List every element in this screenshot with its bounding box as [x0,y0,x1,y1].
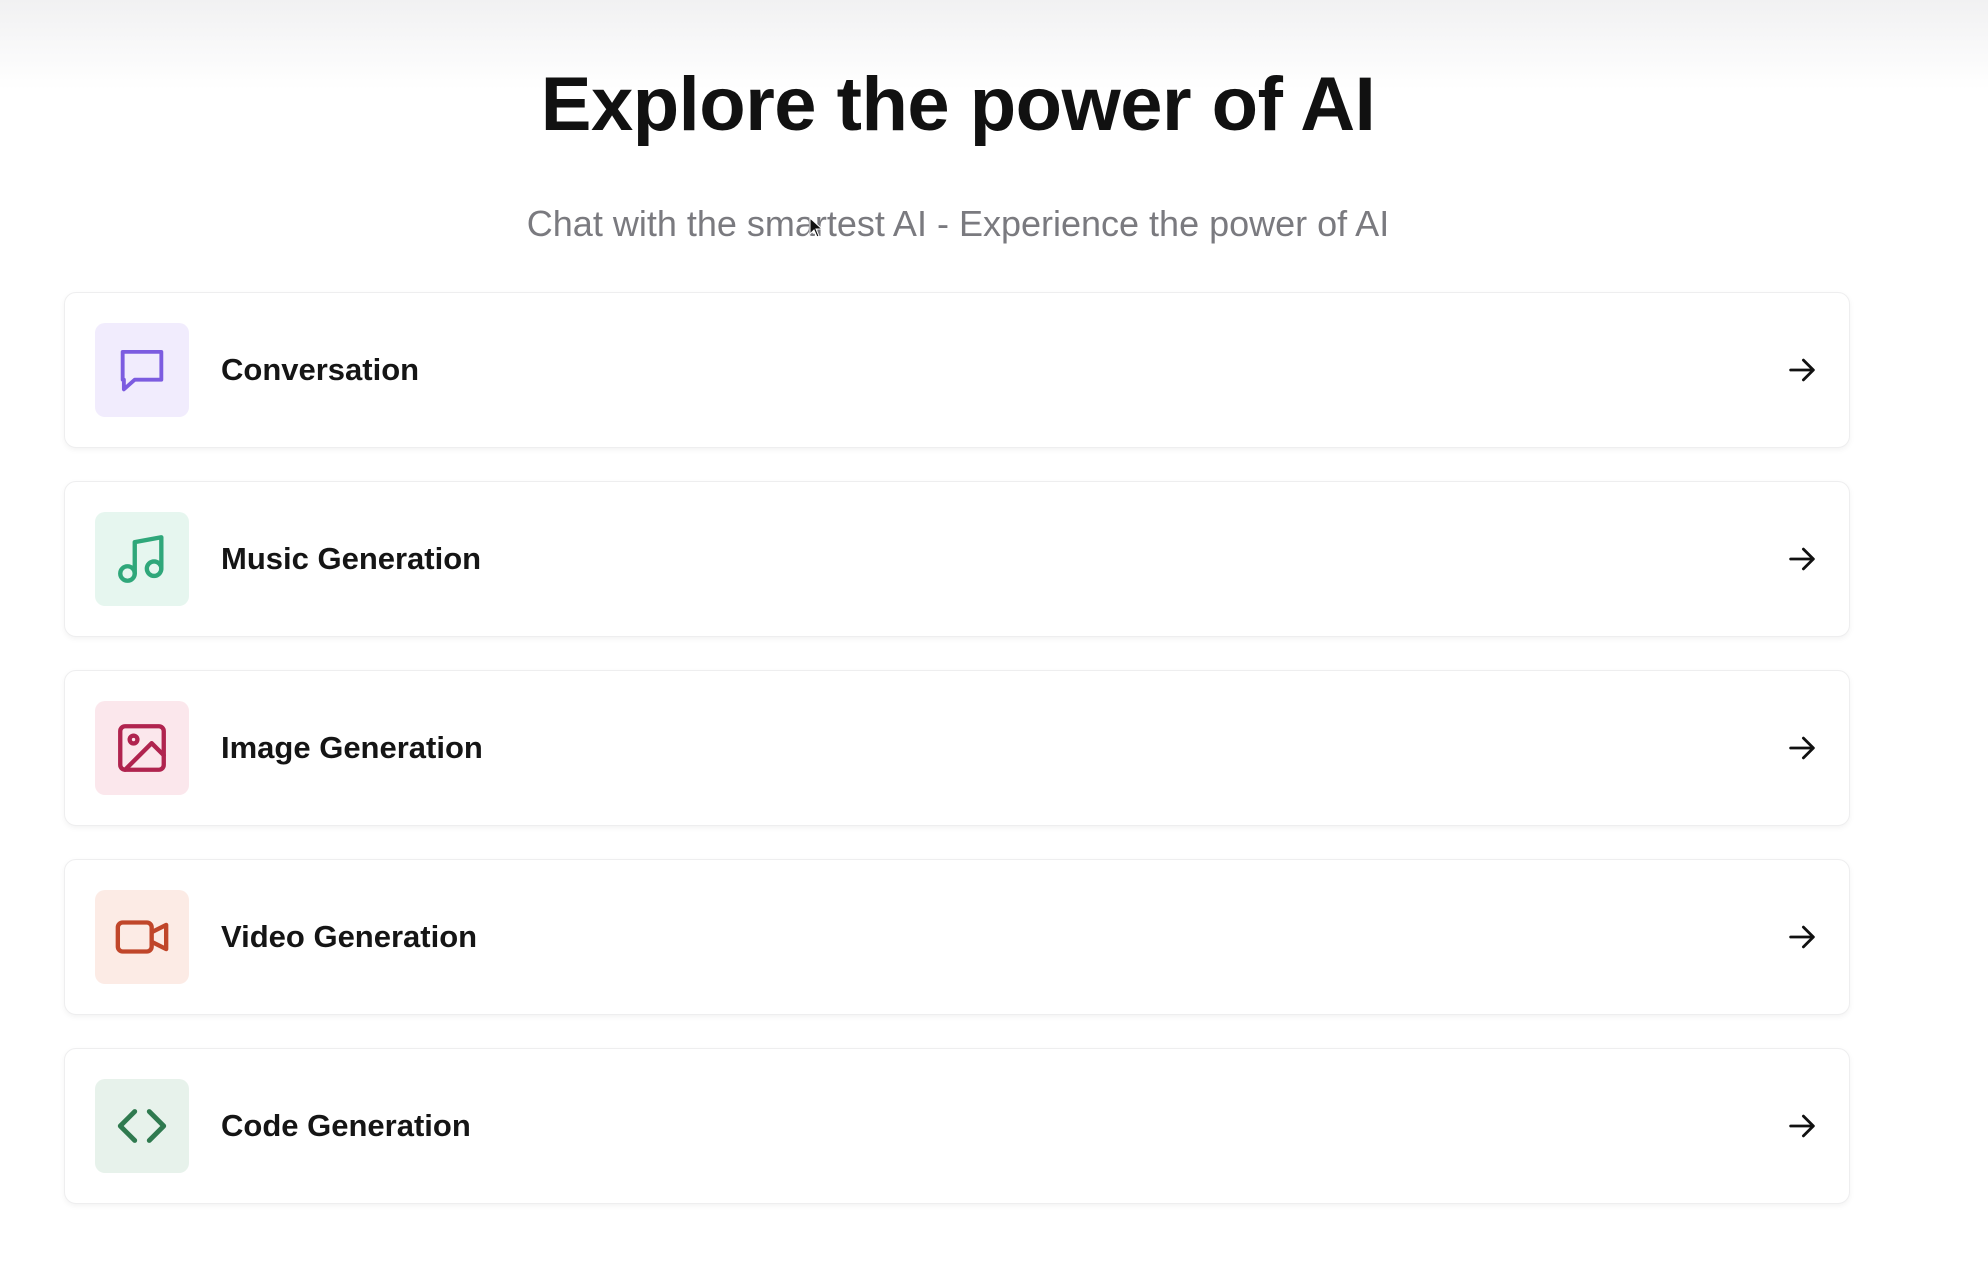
arrow-right-icon[interactable] [1785,353,1819,387]
feature-card-image-generation[interactable]: Image Generation [64,670,1850,826]
image-icon-tile [95,701,189,795]
feature-label: Code Generation [221,1108,471,1143]
feature-label: Image Generation [221,730,483,765]
feature-label: Video Generation [221,919,478,954]
music-icon-tile [95,512,189,606]
arrow-right-icon[interactable] [1785,542,1819,576]
arrow-right-icon[interactable] [1785,731,1819,765]
video-camera-icon [115,920,169,954]
arrow-right-icon[interactable] [1785,1109,1819,1143]
video-icon-tile [95,890,189,984]
page-title: Explore the power of AI [540,62,1376,147]
code-icon-tile [95,1079,189,1173]
feature-label: Music Generation [221,541,482,576]
page-subtitle: Chat with the smartest AI - Experience t… [526,203,1390,244]
arrow-right-icon[interactable] [1785,920,1819,954]
feature-card-conversation[interactable]: Conversation [64,292,1850,448]
music-note-icon [118,535,164,583]
feature-list: Conversation Music Generation Image Gene… [64,292,1850,1237]
mouse-cursor-icon [809,217,824,238]
image-icon [118,724,166,772]
page-header: Explore the power of AI Chat with the sm… [0,60,1916,246]
chat-bubble-icon [120,349,164,392]
feature-card-video-generation[interactable]: Video Generation [64,859,1850,1015]
feature-card-code-generation[interactable]: Code Generation [64,1048,1850,1204]
code-icon [117,1109,167,1143]
feature-card-music-generation[interactable]: Music Generation [64,481,1850,637]
conversation-icon-tile [95,323,189,417]
feature-label: Conversation [221,352,420,387]
